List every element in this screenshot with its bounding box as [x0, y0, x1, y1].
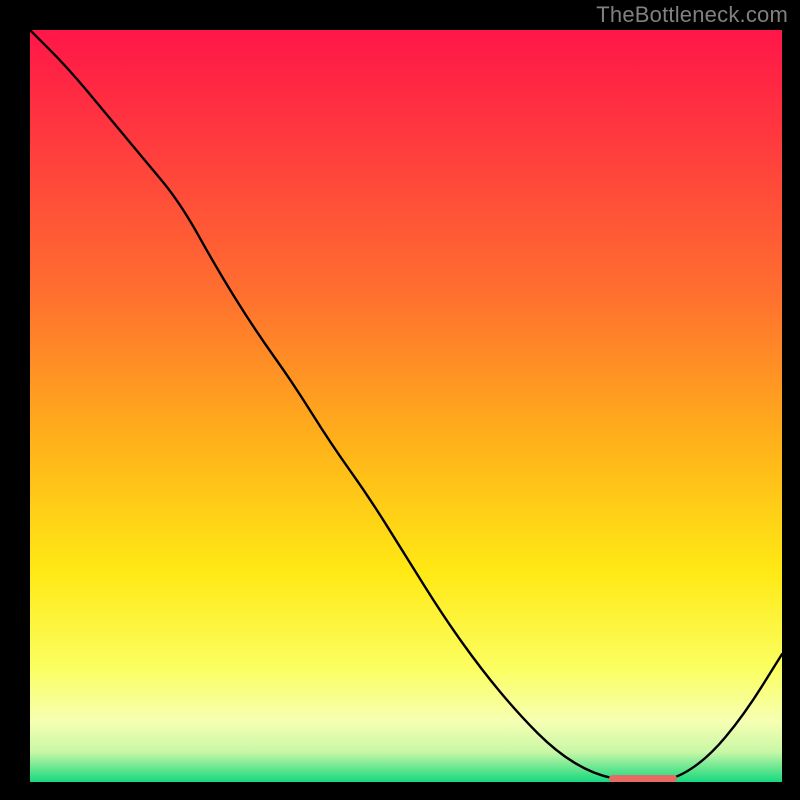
attribution-text: TheBottleneck.com	[596, 2, 788, 28]
plot-area	[30, 30, 782, 782]
gradient-background	[30, 30, 782, 782]
minimum-marker	[609, 775, 677, 782]
chart-frame: TheBottleneck.com	[0, 0, 800, 800]
chart-svg	[30, 30, 782, 782]
